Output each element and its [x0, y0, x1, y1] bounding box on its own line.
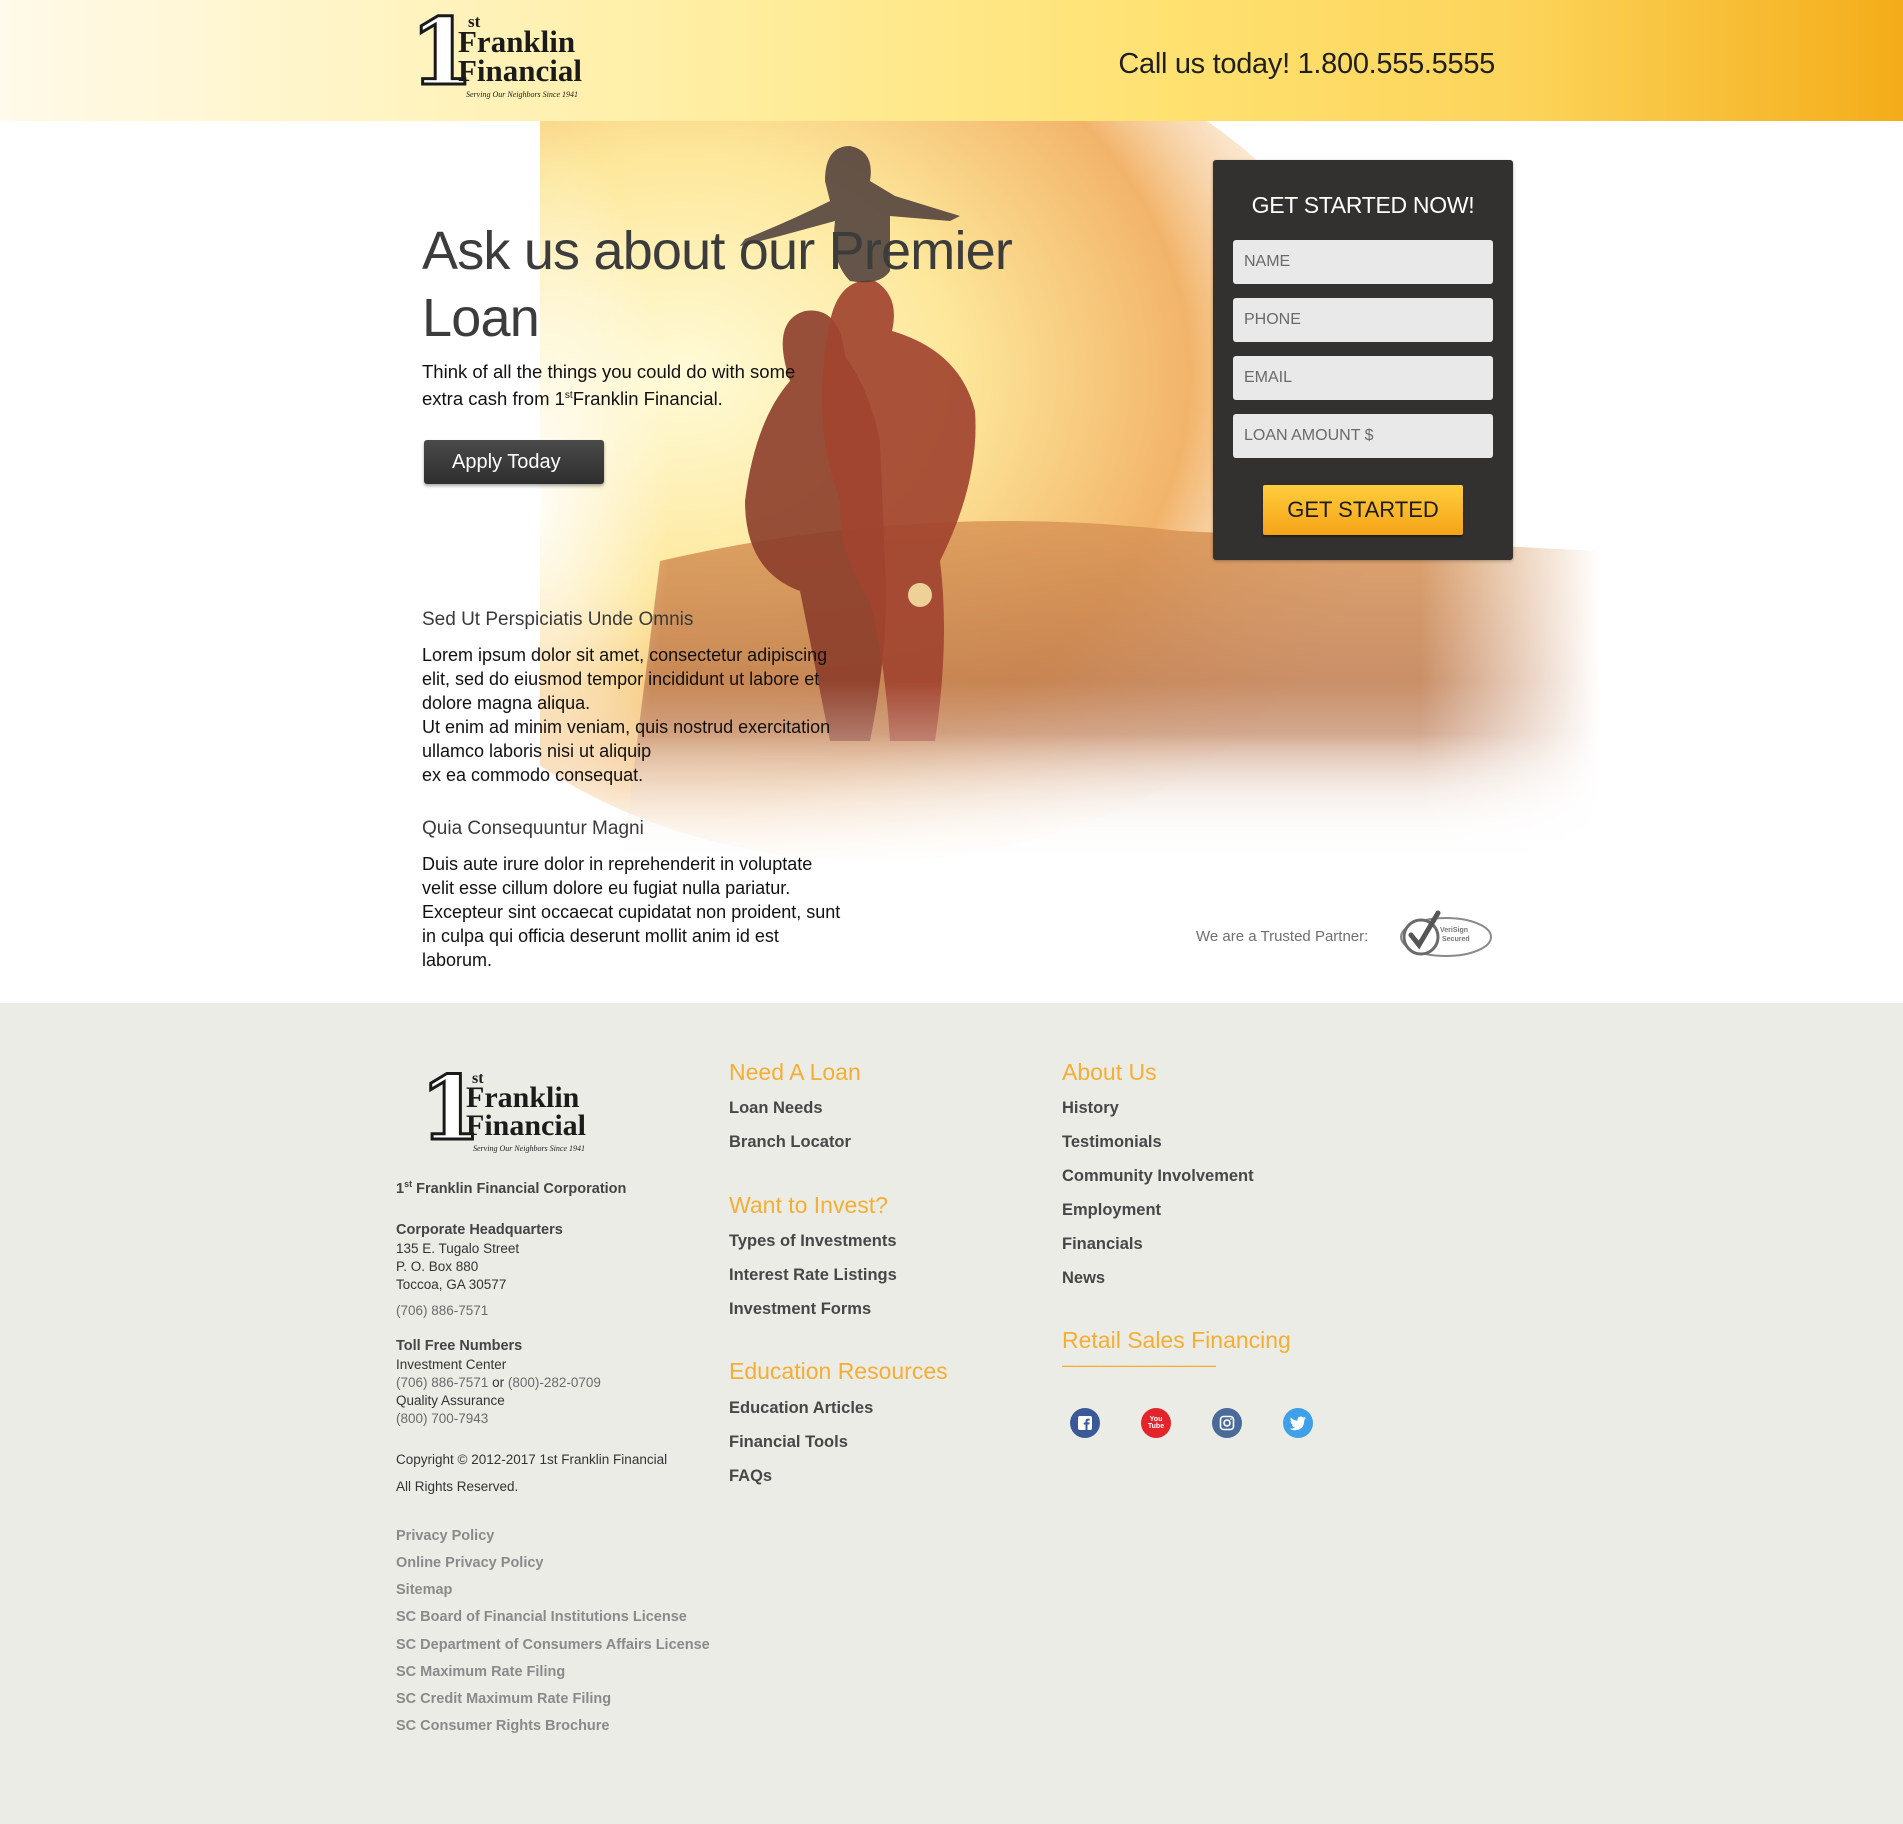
- link-history[interactable]: History: [1062, 1099, 1119, 1118]
- body-line: ex ea commodo consequat.: [422, 765, 644, 785]
- facebook-icon[interactable]: [1070, 1408, 1100, 1438]
- legal-link-online-privacy[interactable]: Online Privacy Policy: [396, 1555, 544, 1571]
- phone-field[interactable]: [1233, 298, 1493, 342]
- youtube-icon[interactable]: You Tube: [1141, 1408, 1171, 1438]
- link-investment-forms[interactable]: Investment Forms: [729, 1300, 871, 1319]
- corp-name-text: Franklin Financial Corporation: [416, 1180, 627, 1197]
- hq-title: Corporate Headquarters: [396, 1222, 563, 1238]
- link-financials[interactable]: Financials: [1062, 1235, 1143, 1254]
- legal-link-consumer-affairs[interactable]: SC Department of Consumers Affairs Licen…: [396, 1637, 710, 1653]
- address-line: Toccoa, GA 30577: [396, 1277, 507, 1292]
- section-heading: Sed Ut Perspiciatis Unde Omnis: [422, 609, 694, 630]
- investment-phones: (706) 886-7571 or (800)-282-0709: [396, 1374, 601, 1392]
- legal-link-credit-max-rate[interactable]: SC Credit Maximum Rate Filing: [396, 1691, 611, 1707]
- qa-label: Quality Assurance: [396, 1393, 505, 1408]
- hero-subhead: Think of all the things you could do wit…: [422, 360, 822, 411]
- twitter-icon[interactable]: [1283, 1408, 1313, 1438]
- body-line: laborum.: [422, 950, 493, 970]
- link-employment[interactable]: Employment: [1062, 1201, 1161, 1220]
- body-line: Ut enim ad minim veniam, quis nostrud ex…: [422, 717, 831, 737]
- legal-link-privacy[interactable]: Privacy Policy: [396, 1528, 494, 1544]
- logo-mark: 1 st Franklin Financial Serving Our Neig…: [418, 1063, 593, 1158]
- site-footer: 1 st Franklin Financial Serving Our Neig…: [0, 1003, 1903, 1824]
- tollfree-list: Investment Center (706) 886-7571 or (800…: [396, 1356, 601, 1428]
- loan-amount-field[interactable]: [1233, 414, 1493, 458]
- instagram-icon[interactable]: [1212, 1408, 1242, 1438]
- body-line: dolore magna aliqua.: [422, 693, 591, 713]
- legal-link-consumer-rights[interactable]: SC Consumer Rights Brochure: [396, 1718, 610, 1734]
- name-field[interactable]: [1233, 240, 1493, 284]
- section-body: Lorem ipsum dolor sit amet, consectetur …: [422, 643, 862, 787]
- legal-link-board-license[interactable]: SC Board of Financial Institutions Licen…: [396, 1609, 687, 1625]
- address-line: P. O. Box 880: [396, 1259, 479, 1274]
- call-us-text: Call us today! 1.800.555.5555: [1118, 48, 1495, 80]
- logo-line1: Franklin: [466, 1081, 580, 1114]
- investment-phone[interactable]: (800)-282-0709: [508, 1375, 601, 1390]
- or-text: or: [492, 1375, 505, 1390]
- body-line: velit esse cillum dolore eu fugiat nulla…: [422, 878, 791, 898]
- logo-tagline: Serving Our Neighbors Since 1941: [466, 90, 578, 99]
- verisign-line2: Secured: [1442, 936, 1470, 943]
- hq-phone[interactable]: (706) 886-7571: [396, 1302, 488, 1320]
- subhead-text-end: Franklin Financial.: [572, 388, 723, 410]
- heading-about[interactable]: About Us: [1062, 1059, 1157, 1086]
- verisign-check-icon: [1400, 910, 1492, 957]
- hq-address: 135 E. Tugalo Street P. O. Box 880 Tocco…: [396, 1240, 519, 1294]
- verisign-line1: VeriSign: [1440, 927, 1469, 934]
- body-line: Duis aute irure dolor in reprehenderit i…: [422, 854, 813, 874]
- corp-numeral: 1: [396, 1180, 405, 1197]
- logo-tagline: Serving Our Neighbors Since 1941: [473, 1144, 585, 1153]
- body-line: Lorem ipsum dolor sit amet, consectetur …: [422, 645, 828, 665]
- trusted-partner-label: We are a Trusted Partner:: [1196, 928, 1369, 945]
- copyright: Copyright © 2012-2017 1st Franklin Finan…: [396, 1452, 668, 1467]
- tollfree-title: Toll Free Numbers: [396, 1338, 523, 1354]
- body-line: elit, sed do eiusmod tempor incididunt u…: [422, 669, 820, 689]
- link-financial-tools[interactable]: Financial Tools: [729, 1433, 848, 1452]
- verisign-badge[interactable]: VeriSign Secured: [1398, 909, 1494, 964]
- youtube-glyph: You Tube: [1147, 1416, 1165, 1430]
- link-faqs[interactable]: FAQs: [729, 1467, 772, 1486]
- rights-reserved: All Rights Reserved.: [396, 1479, 519, 1494]
- body-line: ullamco laboris nisi ut aliquip: [422, 741, 652, 761]
- heading-need-loan[interactable]: Need A Loan: [729, 1059, 861, 1086]
- section-heading: Quia Consequuntur Magni: [422, 818, 644, 839]
- qa-phone[interactable]: (800) 700-7943: [396, 1410, 601, 1428]
- logo-line2: Financial: [458, 53, 583, 88]
- investment-center-label: Investment Center: [396, 1357, 507, 1372]
- email-field[interactable]: [1233, 356, 1493, 400]
- section-body: Duis aute irure dolor in reprehenderit i…: [422, 852, 862, 972]
- site-header: 1 st Franklin Financial Serving Our Neig…: [0, 0, 1903, 121]
- corp-name: 1st Franklin Financial Corporation: [396, 1179, 626, 1197]
- corp-sup: st: [404, 1179, 413, 1189]
- link-interest-rates[interactable]: Interest Rate Listings: [729, 1266, 897, 1285]
- legal-link-max-rate[interactable]: SC Maximum Rate Filing: [396, 1664, 565, 1680]
- investment-phone[interactable]: (706) 886-7571: [396, 1375, 488, 1390]
- subhead-sup: st: [564, 390, 573, 401]
- body-line: Excepteur sint occaecat cupidatat non pr…: [422, 902, 841, 922]
- link-community[interactable]: Community Involvement: [1062, 1167, 1254, 1186]
- logo-mark: 1 st Franklin Financial Serving Our Neig…: [408, 5, 583, 100]
- logo-line2: Financial: [466, 1109, 587, 1142]
- body-line: in culpa qui officia deserunt mollit ani…: [422, 926, 779, 946]
- heading-retail[interactable]: Retail Sales Financing: [1062, 1327, 1291, 1354]
- get-started-form: GET STARTED NOW! GET STARTED: [1213, 160, 1513, 560]
- legal-link-sitemap[interactable]: Sitemap: [396, 1582, 452, 1598]
- link-education-articles[interactable]: Education Articles: [729, 1399, 873, 1418]
- link-news[interactable]: News: [1062, 1269, 1105, 1288]
- address-line: 135 E. Tugalo Street: [396, 1241, 520, 1256]
- hero-headline: Ask us about our Premier Loan: [422, 221, 1013, 348]
- form-title: GET STARTED NOW!: [1251, 192, 1475, 218]
- get-started-button[interactable]: GET STARTED: [1263, 485, 1463, 535]
- apply-today-button[interactable]: Apply Today: [424, 440, 604, 484]
- heading-invest[interactable]: Want to Invest?: [729, 1192, 888, 1219]
- retail-underline: —————————: [1062, 1355, 1216, 1375]
- link-loan-needs[interactable]: Loan Needs: [729, 1099, 823, 1118]
- link-branch-locator[interactable]: Branch Locator: [729, 1133, 851, 1152]
- link-types-investments[interactable]: Types of Investments: [729, 1232, 897, 1251]
- heading-education[interactable]: Education Resources: [729, 1358, 948, 1385]
- link-testimonials[interactable]: Testimonials: [1062, 1133, 1162, 1152]
